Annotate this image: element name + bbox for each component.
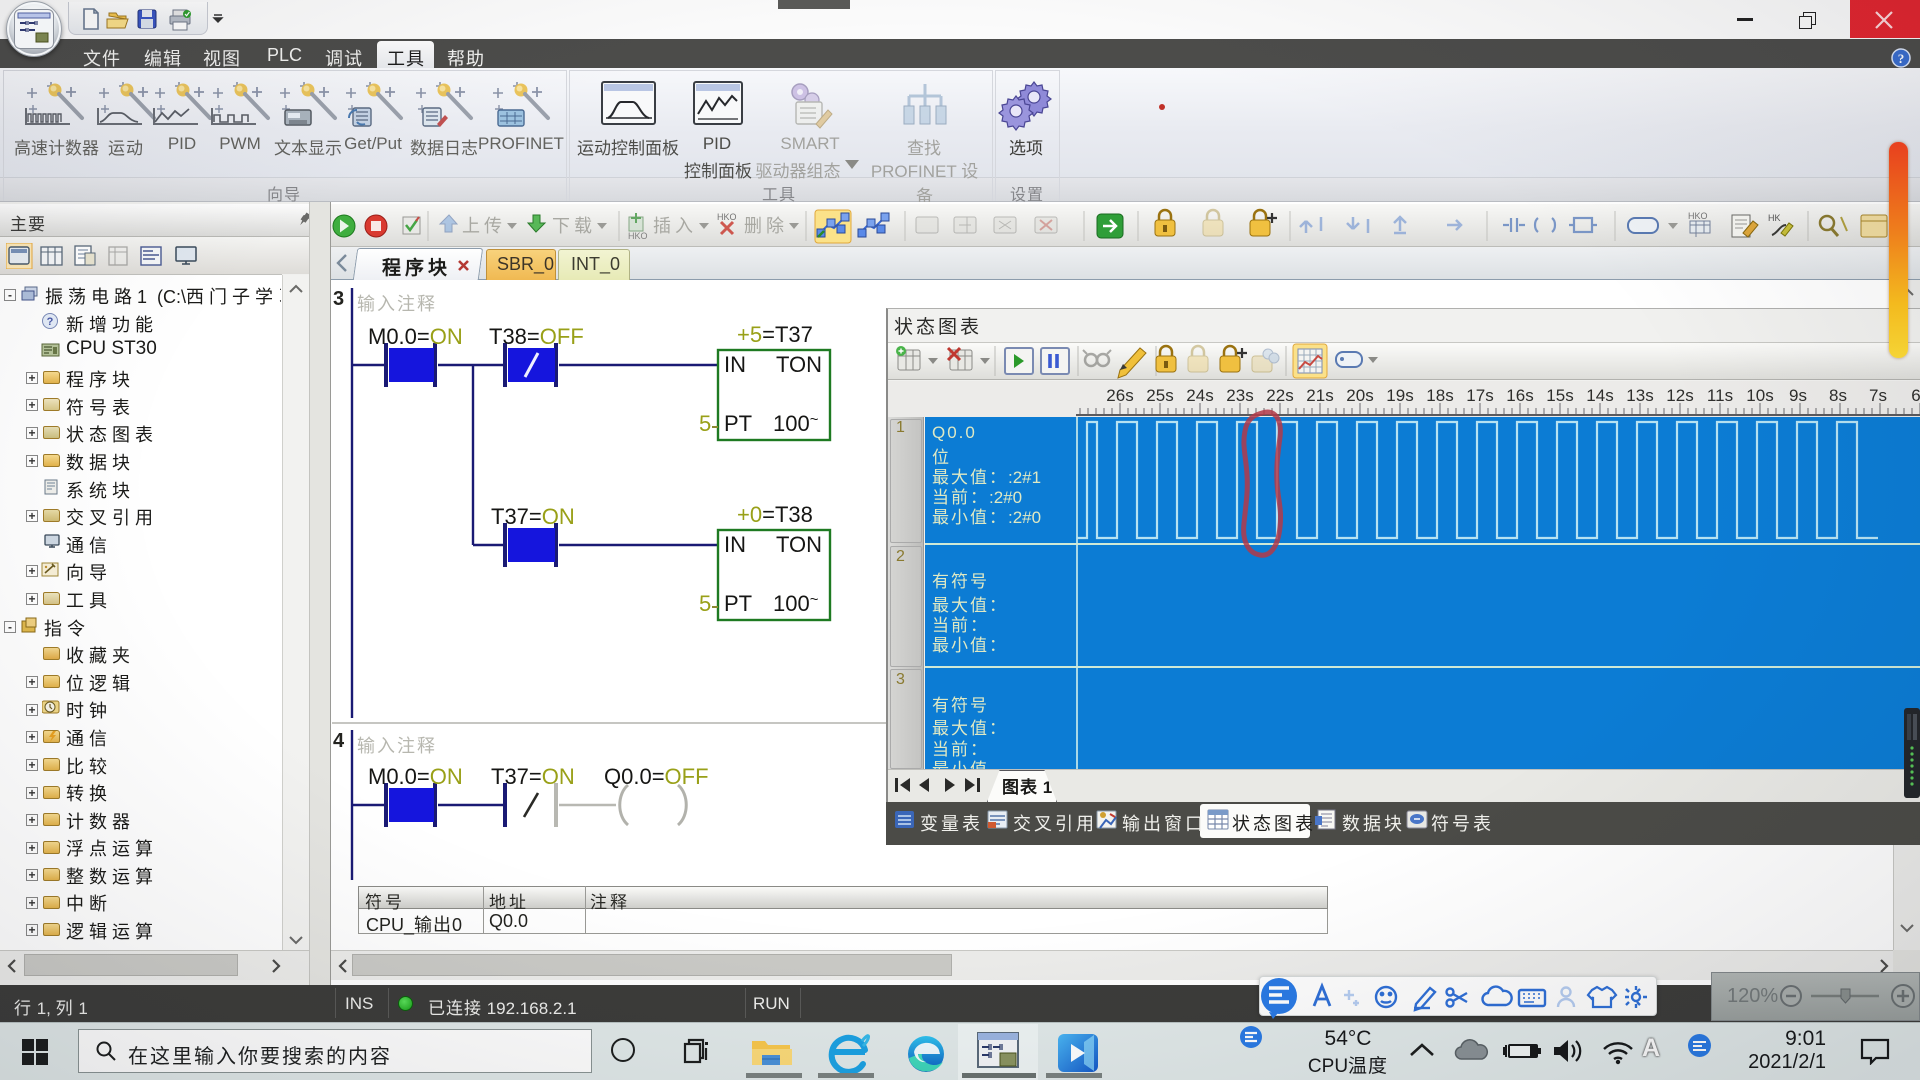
svg-text:26s: 26s [1106,386,1133,405]
svg-text:HKO: HKO [1688,211,1708,221]
svg-text:18s: 18s [1426,386,1453,405]
svg-text:上传: 上传 [462,216,506,236]
svg-text:22s: 22s [1266,386,1293,405]
svg-text:21s: 21s [1306,386,1333,405]
svg-text:?: ? [47,316,54,328]
svg-text:插入: 插入 [653,216,697,236]
svg-text:HKO: HKO [628,231,648,241]
svg-text:7s: 7s [1869,386,1887,405]
svg-text:15s: 15s [1546,386,1573,405]
svg-text:14s: 14s [1586,386,1613,405]
svg-text:?: ? [1898,51,1905,66]
svg-text:13s: 13s [1626,386,1653,405]
svg-text:8s: 8s [1829,386,1847,405]
svg-text:12s: 12s [1666,386,1693,405]
svg-text:20s: 20s [1346,386,1373,405]
svg-text:9s: 9s [1789,386,1807,405]
svg-text:19s: 19s [1386,386,1413,405]
svg-text:16s: 16s [1506,386,1533,405]
svg-text:10s: 10s [1746,386,1773,405]
svg-text:17s: 17s [1466,386,1493,405]
svg-text:HK: HK [1768,213,1781,223]
svg-text:11s: 11s [1707,386,1733,405]
svg-text:6: 6 [1911,386,1920,405]
svg-text:24s: 24s [1186,386,1213,405]
svg-text:23s: 23s [1226,386,1253,405]
svg-text:25s: 25s [1146,386,1173,405]
svg-text:删除: 删除 [744,216,788,236]
svg-text:HKO: HKO [717,212,737,222]
svg-text:下载: 下载 [552,216,596,236]
